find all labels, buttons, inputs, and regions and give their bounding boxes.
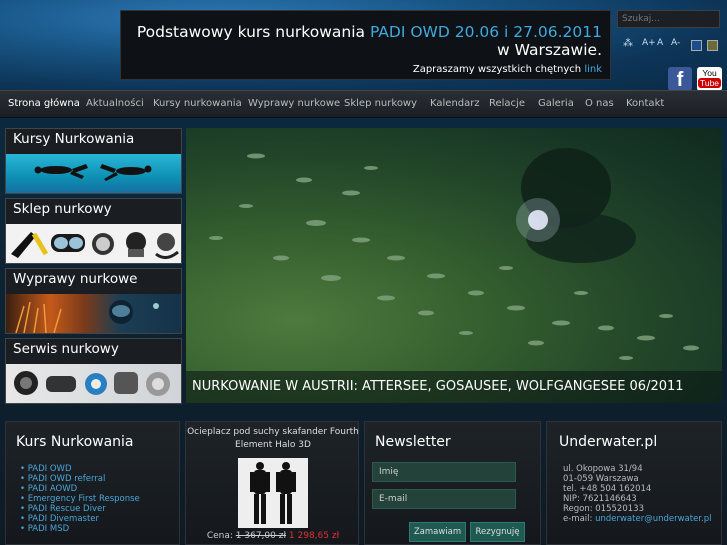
nav-item-trips[interactable]: Wyprawy nurkowe <box>248 98 340 109</box>
course-link[interactable]: PADI Divemaster <box>20 514 140 524</box>
announcement-banner: Podstawowy kurs nurkowania PADI OWD 20.0… <box>120 10 611 80</box>
hero-caption[interactable]: NURKOWANIE W AUSTRII: ATTERSEE, GOSAUSEE… <box>186 371 722 403</box>
announcement-link[interactable]: link <box>584 64 602 75</box>
course-link[interactable]: PADI AOWD <box>20 484 140 494</box>
contact-box: Underwater.pl ul. Okopowa 31/94 01-059 W… <box>546 421 722 545</box>
nav-item-reports[interactable]: Relacje <box>489 98 525 109</box>
nav-item-shop[interactable]: Sklep nurkowy <box>344 98 417 109</box>
course-link[interactable]: Emergency First Response <box>20 494 140 504</box>
course-link[interactable]: PADI MSD <box>20 524 140 534</box>
sidebar-item-shop[interactable]: Sklep nurkowy <box>5 198 182 264</box>
announcement-text: Podstawowy kurs nurkowania PADI OWD 20.0… <box>136 23 602 59</box>
newsletter-email-field[interactable]: E-mail <box>372 489 516 509</box>
nav-item-home[interactable]: Strona główna <box>8 98 80 109</box>
product-title[interactable]: Ocieplacz pod suchy skafander Fourth Elem… <box>186 426 360 452</box>
contact-title: Underwater.pl <box>559 434 658 450</box>
courses-title: Kurs Nurkowania <box>16 434 134 450</box>
courses-list: PADI OWD PADI OWD referral PADI AOWD Eme… <box>20 464 140 534</box>
course-link[interactable]: PADI OWD referral <box>20 474 140 484</box>
announcement-highlight[interactable]: PADI OWD 20.06 i 27.06.2011 <box>370 23 602 41</box>
sidebar-item-trips[interactable]: Wyprawy nurkowe <box>5 268 182 334</box>
diving-gear-image <box>6 224 181 263</box>
contact-info: ul. Okopowa 31/94 01-059 Warszawa tel. +… <box>563 464 712 524</box>
announcement-invite: Zapraszamy wszystkich chętnych link <box>412 64 602 75</box>
nav-item-contact[interactable]: Kontakt <box>626 98 664 109</box>
contact-email-link[interactable]: underwater@underwater.pl <box>595 514 711 524</box>
old-price: 1 367,00 zł <box>235 531 287 541</box>
nav-item-gallery[interactable]: Galeria <box>538 98 574 109</box>
courses-box: Kurs Nurkowania PADI OWD PADI OWD referr… <box>5 421 180 545</box>
facebook-icon[interactable]: f <box>668 67 692 91</box>
divers-image <box>6 154 181 193</box>
product-image[interactable] <box>238 458 308 528</box>
regulators-image <box>6 364 181 403</box>
new-price: 1 298,65 zł <box>288 531 340 541</box>
font-reset-icon[interactable]: A <box>657 38 663 48</box>
coral-diver-image <box>6 294 181 334</box>
nav-item-courses[interactable]: Kursy nurkowania <box>153 98 242 109</box>
nav-item-calendar[interactable]: Kalendarz <box>430 98 480 109</box>
unsubscribe-button[interactable]: Rezygnuję <box>470 522 525 542</box>
sidebar-item-courses[interactable]: Kursy Nurkowania <box>5 128 182 194</box>
subscribe-button[interactable]: Zamawiam <box>409 522 466 542</box>
featured-product-box: Ocieplacz pod suchy skafander Fourth Elem… <box>185 421 359 545</box>
sitemap-icon[interactable]: ⁂ <box>623 38 633 49</box>
hero-slideshow[interactable]: NURKOWANIE W AUSTRII: ATTERSEE, GOSAUSEE… <box>186 128 722 403</box>
search-input[interactable] <box>617 10 720 28</box>
font-increase-icon[interactable]: A+ <box>642 38 656 48</box>
sidebar-item-label: Sklep nurkowy <box>13 201 112 217</box>
newsletter-box: Newsletter Imię E-mail Zamawiam Rezygnuj… <box>364 421 541 545</box>
sidebar-item-service[interactable]: Serwis nurkowy <box>5 338 182 404</box>
nav-item-news[interactable]: Aktualności <box>86 98 144 109</box>
theme-blue-swatch[interactable] <box>691 40 702 51</box>
course-link[interactable]: PADI OWD <box>20 464 140 474</box>
newsletter-title: Newsletter <box>375 434 451 450</box>
theme-olive-swatch[interactable] <box>707 40 718 51</box>
sidebar-item-label: Kursy Nurkowania <box>13 131 135 147</box>
font-decrease-icon[interactable]: A- <box>671 38 680 48</box>
sidebar-item-label: Serwis nurkowy <box>13 341 119 357</box>
sidebar-item-label: Wyprawy nurkowe <box>13 271 138 287</box>
nav-item-about[interactable]: O nas <box>585 98 614 109</box>
newsletter-name-field[interactable]: Imię <box>372 462 516 482</box>
main-nav: Strona główna Aktualności Kursy nurkowan… <box>0 90 727 118</box>
underwater-photo <box>209 148 699 360</box>
youtube-icon[interactable]: You Tube <box>697 67 722 91</box>
product-price: Cena: 1 367,00 zł 1 298,65 zł <box>206 531 340 541</box>
course-link[interactable]: PADI Rescue Diver <box>20 504 140 514</box>
